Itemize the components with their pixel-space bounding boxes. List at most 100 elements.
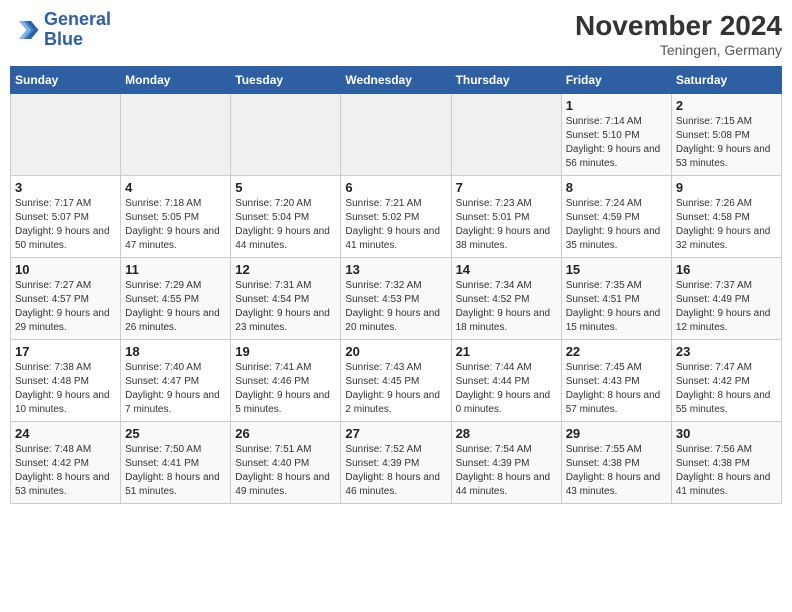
header-row: SundayMondayTuesdayWednesdayThursdayFrid… — [11, 67, 782, 94]
day-cell: 16 Sunrise: 7:37 AM Sunset: 4:49 PM Dayli… — [671, 258, 781, 340]
day-detail: Sunrise: 7:34 AM Sunset: 4:52 PM Dayligh… — [456, 279, 557, 335]
day-number: 10 — [15, 262, 116, 277]
day-cell: 18 Sunrise: 7:40 AM Sunset: 4:47 PM Dayli… — [121, 340, 231, 422]
day-number: 6 — [345, 180, 446, 195]
day-number: 22 — [566, 344, 667, 359]
day-cell: 1 Sunrise: 7:14 AM Sunset: 5:10 PM Daylig… — [561, 94, 671, 176]
day-detail: Sunrise: 7:35 AM Sunset: 4:51 PM Dayligh… — [566, 279, 667, 335]
day-detail: Sunrise: 7:52 AM Sunset: 4:39 PM Dayligh… — [345, 443, 446, 499]
day-detail: Sunrise: 7:54 AM Sunset: 4:39 PM Dayligh… — [456, 443, 557, 499]
day-detail: Sunrise: 7:32 AM Sunset: 4:53 PM Dayligh… — [345, 279, 446, 335]
day-cell: 27 Sunrise: 7:52 AM Sunset: 4:39 PM Dayli… — [341, 422, 451, 504]
day-number: 24 — [15, 426, 116, 441]
header-cell-tuesday: Tuesday — [231, 67, 341, 94]
day-cell: 11Sunrise: 7:29 AM Sunset: 4:55 PM Dayli… — [121, 258, 231, 340]
day-cell: 21 Sunrise: 7:44 AM Sunset: 4:44 PM Dayli… — [451, 340, 561, 422]
day-detail: Sunrise: 7:20 AM Sunset: 5:04 PM Dayligh… — [235, 197, 336, 253]
day-cell: 29Sunrise: 7:55 AM Sunset: 4:38 PM Dayli… — [561, 422, 671, 504]
day-cell: 24 Sunrise: 7:48 AM Sunset: 4:42 PM Dayli… — [11, 422, 121, 504]
day-number: 13 — [345, 262, 446, 277]
day-cell: 13 Sunrise: 7:32 AM Sunset: 4:53 PM Dayli… — [341, 258, 451, 340]
title-block: November 2024 Teningen, Germany — [575, 10, 782, 58]
day-cell — [231, 94, 341, 176]
day-cell: 23 Sunrise: 7:47 AM Sunset: 4:42 PM Dayli… — [671, 340, 781, 422]
day-number: 23 — [676, 344, 777, 359]
day-number: 4 — [125, 180, 226, 195]
header: General Blue November 2024 Teningen, Ger… — [10, 10, 782, 58]
day-detail: Sunrise: 7:38 AM Sunset: 4:48 PM Dayligh… — [15, 361, 116, 417]
day-cell: 7Sunrise: 7:23 AM Sunset: 5:01 PM Daylig… — [451, 176, 561, 258]
day-detail: Sunrise: 7:47 AM Sunset: 4:42 PM Dayligh… — [676, 361, 777, 417]
week-row-4: 24 Sunrise: 7:48 AM Sunset: 4:42 PM Dayli… — [11, 422, 782, 504]
day-cell: 6 Sunrise: 7:21 AM Sunset: 5:02 PM Daylig… — [341, 176, 451, 258]
day-detail: Sunrise: 7:44 AM Sunset: 4:44 PM Dayligh… — [456, 361, 557, 417]
day-cell — [121, 94, 231, 176]
day-detail: Sunrise: 7:31 AM Sunset: 4:54 PM Dayligh… — [235, 279, 336, 335]
header-cell-wednesday: Wednesday — [341, 67, 451, 94]
day-number: 12 — [235, 262, 336, 277]
subtitle: Teningen, Germany — [575, 42, 782, 58]
day-number: 11 — [125, 262, 226, 277]
day-number: 21 — [456, 344, 557, 359]
day-cell: 2 Sunrise: 7:15 AM Sunset: 5:08 PM Daylig… — [671, 94, 781, 176]
day-detail: Sunrise: 7:48 AM Sunset: 4:42 PM Dayligh… — [15, 443, 116, 499]
day-number: 8 — [566, 180, 667, 195]
header-cell-saturday: Saturday — [671, 67, 781, 94]
week-row-1: 3 Sunrise: 7:17 AM Sunset: 5:07 PM Daylig… — [11, 176, 782, 258]
day-detail: Sunrise: 7:26 AM Sunset: 4:58 PM Dayligh… — [676, 197, 777, 253]
day-cell: 15 Sunrise: 7:35 AM Sunset: 4:51 PM Dayli… — [561, 258, 671, 340]
day-number: 1 — [566, 98, 667, 113]
day-cell: 17 Sunrise: 7:38 AM Sunset: 4:48 PM Dayli… — [11, 340, 121, 422]
day-cell — [11, 94, 121, 176]
day-cell — [341, 94, 451, 176]
day-cell: 9 Sunrise: 7:26 AM Sunset: 4:58 PM Daylig… — [671, 176, 781, 258]
calendar-body: 1 Sunrise: 7:14 AM Sunset: 5:10 PM Daylig… — [11, 94, 782, 504]
day-cell: 19 Sunrise: 7:41 AM Sunset: 4:46 PM Dayli… — [231, 340, 341, 422]
day-cell: 5Sunrise: 7:20 AM Sunset: 5:04 PM Daylig… — [231, 176, 341, 258]
day-detail: Sunrise: 7:14 AM Sunset: 5:10 PM Dayligh… — [566, 115, 667, 171]
day-cell: 14 Sunrise: 7:34 AM Sunset: 4:52 PM Dayli… — [451, 258, 561, 340]
day-detail: Sunrise: 7:18 AM Sunset: 5:05 PM Dayligh… — [125, 197, 226, 253]
day-detail: Sunrise: 7:27 AM Sunset: 4:57 PM Dayligh… — [15, 279, 116, 335]
day-number: 19 — [235, 344, 336, 359]
day-number: 17 — [15, 344, 116, 359]
calendar-header: SundayMondayTuesdayWednesdayThursdayFrid… — [11, 67, 782, 94]
day-detail: Sunrise: 7:24 AM Sunset: 4:59 PM Dayligh… — [566, 197, 667, 253]
day-detail: Sunrise: 7:15 AM Sunset: 5:08 PM Dayligh… — [676, 115, 777, 171]
day-detail: Sunrise: 7:56 AM Sunset: 4:38 PM Dayligh… — [676, 443, 777, 499]
day-number: 14 — [456, 262, 557, 277]
day-cell: 26Sunrise: 7:51 AM Sunset: 4:40 PM Dayli… — [231, 422, 341, 504]
day-detail: Sunrise: 7:50 AM Sunset: 4:41 PM Dayligh… — [125, 443, 226, 499]
day-number: 28 — [456, 426, 557, 441]
day-number: 29 — [566, 426, 667, 441]
main-title: November 2024 — [575, 10, 782, 42]
day-number: 9 — [676, 180, 777, 195]
day-number: 26 — [235, 426, 336, 441]
day-number: 3 — [15, 180, 116, 195]
day-detail: Sunrise: 7:41 AM Sunset: 4:46 PM Dayligh… — [235, 361, 336, 417]
day-number: 2 — [676, 98, 777, 113]
day-cell: 28 Sunrise: 7:54 AM Sunset: 4:39 PM Dayli… — [451, 422, 561, 504]
day-number: 18 — [125, 344, 226, 359]
day-detail: Sunrise: 7:21 AM Sunset: 5:02 PM Dayligh… — [345, 197, 446, 253]
week-row-2: 10 Sunrise: 7:27 AM Sunset: 4:57 PM Dayli… — [11, 258, 782, 340]
day-number: 20 — [345, 344, 446, 359]
logo: General Blue — [10, 10, 111, 50]
calendar-table: SundayMondayTuesdayWednesdayThursdayFrid… — [10, 66, 782, 504]
day-cell: 3 Sunrise: 7:17 AM Sunset: 5:07 PM Daylig… — [11, 176, 121, 258]
day-number: 15 — [566, 262, 667, 277]
day-number: 16 — [676, 262, 777, 277]
day-detail: Sunrise: 7:37 AM Sunset: 4:49 PM Dayligh… — [676, 279, 777, 335]
header-cell-friday: Friday — [561, 67, 671, 94]
day-cell: 12 Sunrise: 7:31 AM Sunset: 4:54 PM Dayli… — [231, 258, 341, 340]
day-cell — [451, 94, 561, 176]
header-cell-thursday: Thursday — [451, 67, 561, 94]
day-detail: Sunrise: 7:40 AM Sunset: 4:47 PM Dayligh… — [125, 361, 226, 417]
day-cell: 4 Sunrise: 7:18 AM Sunset: 5:05 PM Daylig… — [121, 176, 231, 258]
day-detail: Sunrise: 7:17 AM Sunset: 5:07 PM Dayligh… — [15, 197, 116, 253]
day-cell: 8 Sunrise: 7:24 AM Sunset: 4:59 PM Daylig… — [561, 176, 671, 258]
day-number: 27 — [345, 426, 446, 441]
day-detail: Sunrise: 7:45 AM Sunset: 4:43 PM Dayligh… — [566, 361, 667, 417]
logo-text: General Blue — [44, 10, 111, 50]
day-cell: 10 Sunrise: 7:27 AM Sunset: 4:57 PM Dayli… — [11, 258, 121, 340]
